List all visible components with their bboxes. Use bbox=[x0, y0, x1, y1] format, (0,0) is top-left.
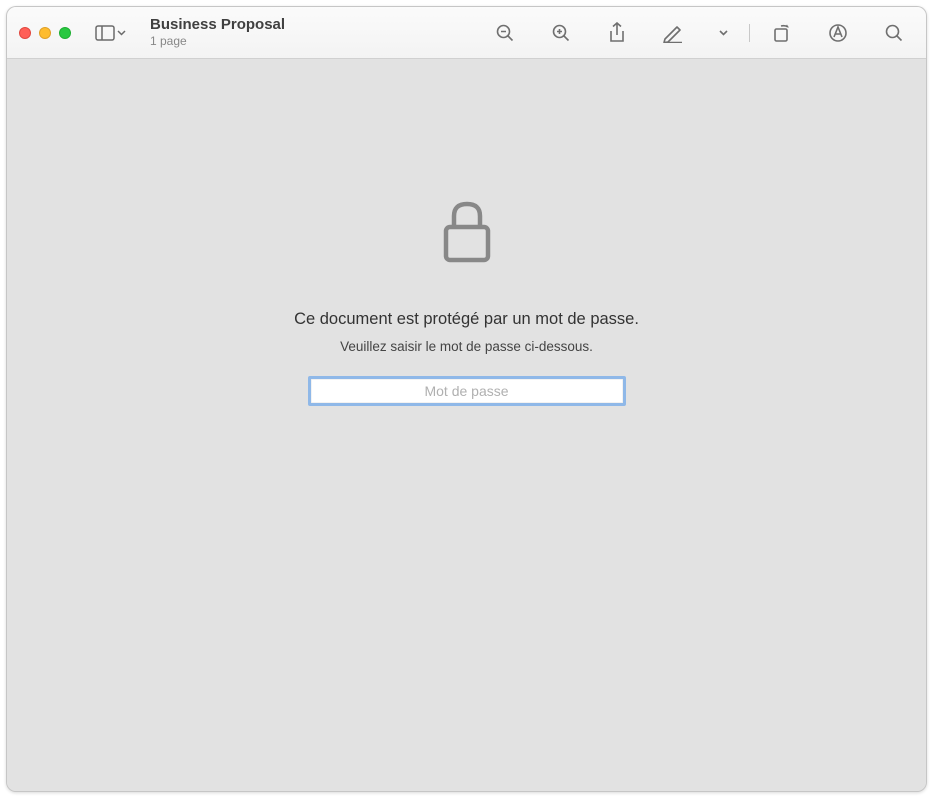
sidebar-toggle-button[interactable] bbox=[89, 21, 132, 45]
document-subtitle: 1 page bbox=[150, 35, 285, 48]
app-window: Business Proposal 1 page bbox=[6, 6, 927, 792]
password-input[interactable] bbox=[308, 376, 626, 406]
share-button[interactable] bbox=[605, 21, 629, 45]
lock-icon bbox=[442, 199, 492, 268]
password-message-sub: Veuillez saisir le mot de passe ci-desso… bbox=[340, 339, 593, 354]
content-area: Ce document est protégé par un mot de pa… bbox=[7, 59, 926, 791]
toolbar-separator bbox=[749, 24, 750, 42]
title-block: Business Proposal 1 page bbox=[150, 17, 285, 48]
password-message-main: Ce document est protégé par un mot de pa… bbox=[294, 310, 639, 329]
document-title: Business Proposal bbox=[150, 17, 285, 34]
search-button[interactable] bbox=[882, 21, 906, 45]
chevron-down-icon bbox=[117, 30, 126, 36]
zoom-out-button[interactable] bbox=[493, 21, 517, 45]
close-button[interactable] bbox=[19, 27, 31, 39]
zoom-in-button[interactable] bbox=[549, 21, 573, 45]
sidebar-icon bbox=[95, 25, 115, 41]
maximize-button[interactable] bbox=[59, 27, 71, 39]
toolbar-actions bbox=[493, 21, 906, 45]
highlight-button[interactable] bbox=[826, 21, 850, 45]
minimize-button[interactable] bbox=[39, 27, 51, 39]
rotate-button[interactable] bbox=[770, 21, 794, 45]
markup-options-button[interactable] bbox=[717, 21, 729, 45]
window-controls bbox=[19, 27, 71, 39]
markup-button[interactable] bbox=[661, 21, 685, 45]
toolbar: Business Proposal 1 page bbox=[7, 7, 926, 59]
